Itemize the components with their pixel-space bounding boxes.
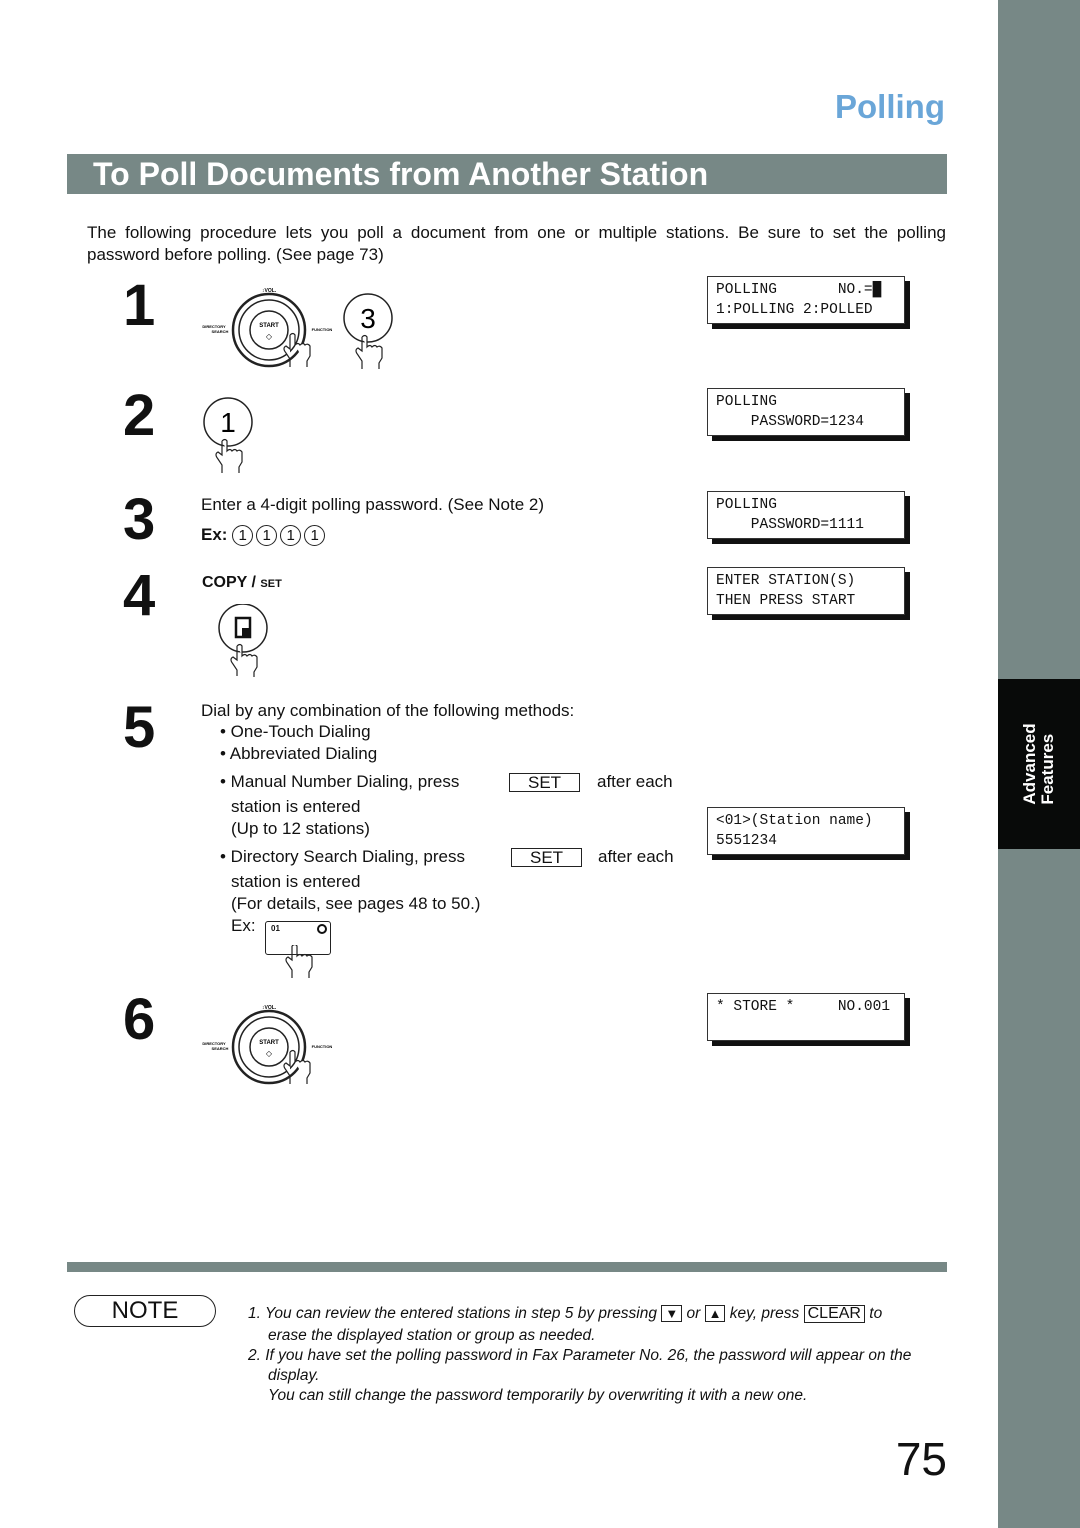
- details-pages: (For details, see pages 48 to 50.): [231, 894, 481, 913]
- after-each: after each: [597, 772, 673, 791]
- svg-text:START: START: [259, 1040, 279, 1046]
- note-2: 2. If you have set the polling password …: [248, 1347, 912, 1364]
- set-key: SET: [509, 773, 581, 792]
- note-label: NOTE: [74, 1295, 216, 1327]
- tab-line1: Advanced: [1020, 723, 1039, 805]
- svg-text:SEARCH: SEARCH: [212, 329, 229, 334]
- note-1-text: key, press: [729, 1305, 800, 1322]
- tab-line2: Features: [1038, 733, 1057, 805]
- after-each: after each: [598, 847, 674, 866]
- copy-set-key-icon: [218, 604, 268, 677]
- copy-set-label: COPY / SET: [202, 574, 282, 592]
- set-key: SET: [511, 848, 583, 867]
- digit: 1: [256, 525, 278, 546]
- note-1-text: 1. You can review the entered stations i…: [248, 1305, 657, 1322]
- example-label: Ex: 1111: [201, 524, 328, 546]
- up-to-12: (Up to 12 stations): [231, 819, 370, 838]
- svg-text:SEARCH: SEARCH: [212, 1046, 229, 1051]
- digit: 1: [304, 525, 326, 546]
- led-icon: [317, 924, 327, 934]
- step-number: 2: [123, 383, 156, 448]
- digit: 1: [280, 525, 302, 546]
- svg-text:◇: ◇: [266, 332, 273, 341]
- lcd-display: ENTER STATION(S) THEN PRESS START: [707, 567, 905, 615]
- key-digit: 3: [360, 303, 376, 334]
- step-text: Enter a 4-digit polling password. (See N…: [201, 495, 545, 514]
- method-abbreviated: • Abbreviated Dialing: [220, 744, 378, 763]
- svg-text:FUNCTION: FUNCTION: [312, 327, 333, 332]
- station-entered: station is entered: [231, 872, 361, 891]
- page-number: 75: [895, 1433, 947, 1485]
- note-2-cont: display.: [268, 1367, 320, 1384]
- lcd-display: POLLING NO.=█ 1:POLLING 2:POLLED: [707, 276, 905, 324]
- svg-text:START: START: [259, 323, 279, 329]
- method-one-touch: • One-Touch Dialing: [220, 722, 371, 741]
- ex-label: Ex:: [231, 916, 256, 935]
- note-2-cont: You can still change the password tempor…: [268, 1387, 808, 1404]
- page-title: To Poll Documents from Another Station: [93, 156, 709, 192]
- divider: [67, 1262, 947, 1272]
- svg-text:FUNCTION: FUNCTION: [312, 1044, 333, 1049]
- one-touch-number: 01: [271, 924, 280, 933]
- step-text: Dial by any combination of the following…: [201, 701, 575, 720]
- step-number: 4: [123, 563, 156, 628]
- lcd-display: POLLING PASSWORD=1111: [707, 491, 905, 539]
- step-number: 6: [123, 987, 156, 1052]
- note-1: 1. You can review the entered stations i…: [248, 1304, 948, 1324]
- set-label: SET: [260, 578, 282, 590]
- step-number: 5: [123, 695, 156, 760]
- station-entered: station is entered: [231, 797, 361, 816]
- chapter-tab: Advanced Features: [998, 679, 1080, 849]
- number-key-3: 3: [343, 293, 395, 376]
- digit: 1: [232, 525, 254, 546]
- up-key: ▲: [704, 1305, 726, 1322]
- keypad-dial-icon: ↕VOL. START ◇ DIRECTORY SEARCH FUNCTION: [202, 288, 333, 368]
- title-bar: To Poll Documents from Another Station: [67, 154, 947, 194]
- section-title: Polling: [835, 88, 945, 125]
- method-directory: • Directory Search Dialing, press: [220, 847, 465, 866]
- copy-label: COPY /: [202, 574, 256, 591]
- clear-key: CLEAR: [803, 1305, 865, 1323]
- key-digit: 1: [220, 407, 236, 438]
- step-number: 3: [123, 487, 156, 552]
- method-manual: • Manual Number Dialing, press: [220, 772, 460, 791]
- lcd-display: * STORE * NO.001: [707, 993, 905, 1041]
- or-text: or: [686, 1305, 701, 1322]
- number-key-1: 1: [203, 397, 255, 480]
- lcd-display: <01>(Station name) 5551234: [707, 807, 905, 855]
- down-key: ▼: [661, 1305, 683, 1322]
- ex-label: Ex:: [201, 525, 228, 544]
- intro-text: The following procedure lets you poll a …: [87, 223, 946, 264]
- manual-page: Advanced Features Polling To Poll Documen…: [0, 0, 1080, 1528]
- pointing-hand-icon: [285, 945, 313, 978]
- svg-text:◇: ◇: [266, 1049, 273, 1058]
- note-1-cont: erase the displayed station or group as …: [268, 1327, 596, 1344]
- keypad-dial-icon: ↕VOL. START ◇ DIRECTORY SEARCH FUNCTION: [202, 1005, 333, 1085]
- step-number: 1: [123, 273, 156, 338]
- note-1-text: to: [869, 1305, 883, 1322]
- lcd-display: POLLING PASSWORD=1234: [707, 388, 905, 436]
